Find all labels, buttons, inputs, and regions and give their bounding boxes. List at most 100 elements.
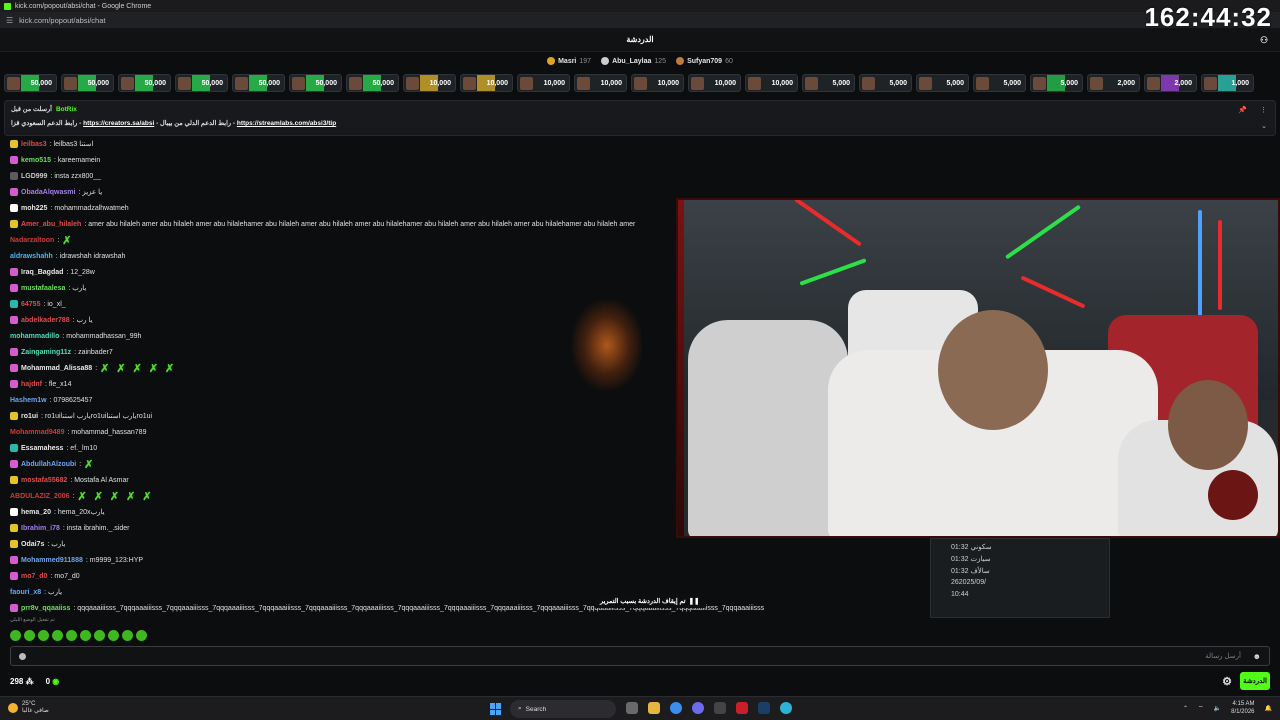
gift-card[interactable]: 50,000 — [232, 74, 285, 92]
system-tray[interactable]: ⌃ ⌔ 🔈 4:15 AM 8/1/2026 🔔 — [1183, 700, 1272, 716]
chat-username[interactable]: Iraq_Bagdad — [21, 269, 63, 276]
chat-message[interactable]: kemo515: kareemamein — [0, 152, 930, 168]
taskbar-search[interactable]: ⌕ Search — [510, 700, 616, 718]
gift-card[interactable]: 5,000 — [916, 74, 969, 92]
gift-card[interactable]: 10,000 — [517, 74, 570, 92]
pinned-link-creators[interactable]: https://creators.sa/absi — [83, 120, 154, 127]
windows-start-icon[interactable] — [490, 703, 502, 715]
send-chat-button[interactable]: الدردشة — [1240, 672, 1270, 690]
gift-card[interactable]: 10,000 — [688, 74, 741, 92]
chat-username[interactable]: aldrawshahh — [10, 253, 53, 260]
chat-username[interactable]: ABDULAZIZ_2006 — [10, 493, 70, 500]
chat-username[interactable]: hajdnf — [21, 381, 42, 388]
users-icon[interactable]: ⚇ — [1260, 35, 1270, 45]
chat-username[interactable]: prr8v_qqaaiiss — [21, 605, 70, 612]
gift-card[interactable]: 50,000 — [118, 74, 171, 92]
chat-message[interactable]: prr8v_qqaaiiss: qqqaaaiiisss_7qqqaaaiiis… — [0, 600, 930, 616]
pinned-bot-name[interactable]: BotRix — [56, 106, 77, 113]
gift-card[interactable]: 2,000 — [1144, 74, 1197, 92]
chat-message[interactable]: Mohammed911888: m9999_123:HYP — [0, 552, 930, 568]
leader-entry[interactable]: Masri 197 — [547, 54, 591, 68]
gift-card[interactable]: 10,000 — [403, 74, 456, 92]
quick-emote-icon[interactable] — [38, 630, 49, 641]
chat-message[interactable]: LGD999: insta zzx800__ — [0, 168, 930, 184]
chat-username[interactable]: Essamahess — [21, 445, 63, 452]
chat-username[interactable]: kemo515 — [21, 157, 51, 164]
quick-emote-icon[interactable] — [122, 630, 133, 641]
quick-emote-icon[interactable] — [24, 630, 35, 641]
chat-username[interactable]: hema_20 — [21, 509, 51, 516]
quick-emote-icon[interactable] — [52, 630, 63, 641]
chat-username[interactable]: Nadarzaltoon — [10, 237, 54, 244]
quick-emote-icon[interactable] — [108, 630, 119, 641]
gift-card[interactable]: 1,000 — [1201, 74, 1254, 92]
chat-message[interactable]: faouri_x8: يارب — [0, 584, 930, 600]
smile-icon[interactable]: ☻ — [1253, 652, 1261, 661]
quick-emote-icon[interactable] — [136, 630, 147, 641]
chat-username[interactable]: ObadaAlqwasmi — [21, 189, 75, 196]
leader-entry[interactable]: Sufyan709 60 — [676, 54, 733, 68]
chat-username[interactable]: Mohammad9489 — [10, 429, 64, 436]
discord-icon[interactable] — [692, 702, 704, 714]
chat-username[interactable]: AbdullahAlzoubi — [21, 461, 76, 468]
chat-username[interactable]: mo7_d0 — [21, 573, 47, 580]
chat-message[interactable]: Odai7s: يارب — [0, 536, 930, 552]
gift-card[interactable]: 50,000 — [175, 74, 228, 92]
chevron-down-icon[interactable]: ⌄ — [1261, 122, 1267, 130]
task-view-icon[interactable] — [626, 702, 638, 714]
chat-username[interactable]: Ibrahim_i78 — [21, 525, 60, 532]
address-bar[interactable]: ☰ kick.com/popout/absi/chat — [0, 12, 1280, 28]
chat-username[interactable]: Mohammed911888 — [21, 557, 83, 564]
notification-bell-icon[interactable]: 🔔 — [1265, 705, 1272, 712]
system-clock[interactable]: 4:15 AM 8/1/2026 — [1231, 700, 1254, 716]
chrome-icon[interactable] — [670, 702, 682, 714]
chat-username[interactable]: LGD999 — [21, 173, 47, 180]
gift-card[interactable]: 5,000 — [859, 74, 912, 92]
quick-emote-icon[interactable] — [10, 630, 21, 641]
chat-message[interactable]: mo7_d0: mo7_d0 — [0, 568, 930, 584]
capcut-icon[interactable] — [714, 702, 726, 714]
chat-username[interactable]: Odai7s — [21, 541, 44, 548]
gift-card[interactable]: 5,000 — [1030, 74, 1083, 92]
gift-card[interactable]: 5,000 — [973, 74, 1026, 92]
url-text[interactable]: kick.com/popout/absi/chat — [19, 16, 105, 25]
more-options-icon[interactable]: ⋮ — [1260, 106, 1267, 114]
gift-card[interactable]: 10,000 — [745, 74, 798, 92]
chat-username[interactable]: Hashem1w — [10, 397, 47, 404]
stream-video-overlay[interactable] — [676, 198, 1280, 538]
emoji-picker-icon[interactable] — [19, 653, 26, 660]
volume-icon[interactable]: 🔈 — [1214, 705, 1221, 712]
gear-icon[interactable]: ⚙ — [1222, 675, 1232, 688]
gift-card[interactable]: 10,000 — [574, 74, 627, 92]
quick-emote-icon[interactable] — [80, 630, 91, 641]
gift-card[interactable]: 50,000 — [61, 74, 114, 92]
chat-username[interactable]: mohammadillo — [10, 333, 59, 340]
gift-card[interactable]: 50,000 — [4, 74, 57, 92]
gift-card[interactable]: 50,000 — [289, 74, 342, 92]
quick-emote-icon[interactable] — [94, 630, 105, 641]
site-info-icon[interactable]: ☰ — [6, 16, 13, 25]
adobe-icon[interactable] — [736, 702, 748, 714]
chat-message[interactable]: leilbas3: leilbas3 استنا — [0, 136, 930, 152]
pin-icon[interactable]: 📌 — [1238, 106, 1247, 114]
edge-icon[interactable] — [780, 702, 792, 714]
steam-icon[interactable] — [758, 702, 770, 714]
pinned-link-streamlabs[interactable]: https://streamlabs.com/absi3/tip — [237, 120, 336, 127]
gift-carousel[interactable]: 50,000 50,000 50,000 50,000 50,000 50,000 50,0… — [4, 74, 1280, 92]
gift-card[interactable]: 2,000 — [1087, 74, 1140, 92]
chat-username[interactable]: Amer_abu_hilaleh — [21, 221, 81, 228]
chat-username[interactable]: mostafa55682 — [21, 477, 67, 484]
quick-emote-icon[interactable] — [66, 630, 77, 641]
gift-card[interactable]: 5,000 — [802, 74, 855, 92]
chat-username[interactable]: moh225 — [21, 205, 47, 212]
chat-username[interactable]: leilbas3 — [21, 141, 47, 148]
chat-username[interactable]: ro1ui — [21, 413, 38, 420]
chat-paused-banner[interactable]: تم إيقاف الدردشة بسبب التمرير ❚❚ — [594, 594, 706, 608]
gift-card[interactable]: 10,000 — [631, 74, 684, 92]
file-explorer-icon[interactable] — [648, 702, 660, 714]
chevron-up-icon[interactable]: ⌃ — [1183, 705, 1188, 712]
gift-card[interactable]: 10,000 — [460, 74, 513, 92]
gift-card[interactable]: 50,000 — [346, 74, 399, 92]
chat-username[interactable]: 64755 — [21, 301, 40, 308]
chat-username[interactable]: Zaingaming11z — [21, 349, 71, 356]
